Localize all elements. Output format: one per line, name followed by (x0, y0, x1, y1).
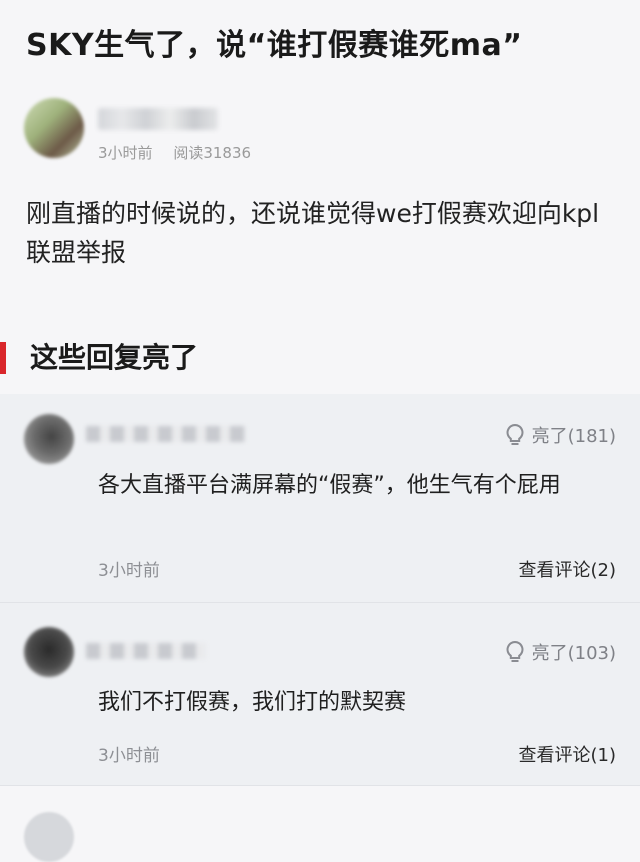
post-body: 刚直播的时候说的，还说谁觉得we打假赛欢迎向kpl联盟举报 (26, 199, 600, 267)
read-count: 阅读31836 (173, 144, 252, 162)
like-button[interactable]: 亮了(181) (504, 422, 616, 448)
author-avatar[interactable] (24, 98, 84, 158)
section-title: 这些回复亮了 (30, 341, 199, 374)
reply-time: 3小时前 (98, 561, 160, 581)
view-comments-link[interactable]: 查看评论(1) (519, 741, 617, 767)
reply-item[interactable]: 亮了(181) 各大直播平台满屏幕的“假赛”，他生气有个屁用 3小时前 查看评论… (0, 394, 640, 603)
lightbulb-icon (506, 640, 524, 662)
section-accent-bar (0, 342, 6, 374)
reply-time: 3小时前 (98, 746, 160, 766)
reply-username-blurred[interactable] (86, 643, 206, 659)
author-name-blurred[interactable] (98, 108, 218, 130)
reply-text: 我们不打假赛，我们打的默契赛 (98, 690, 407, 715)
view-comments-link[interactable]: 查看评论(2) (519, 556, 617, 582)
lightbulb-icon (506, 423, 524, 445)
like-count: 亮了(181) (531, 426, 616, 447)
author-row: 3小时前 阅读31836 (24, 98, 604, 162)
reply-avatar[interactable] (24, 627, 74, 677)
reply-avatar[interactable] (24, 414, 74, 464)
like-count: 亮了(103) (531, 643, 616, 664)
next-reply-avatar[interactable] (24, 812, 74, 862)
reply-text: 各大直播平台满屏幕的“假赛”，他生气有个屁用 (98, 473, 561, 498)
post-time: 3小时前 (98, 144, 153, 162)
author-meta: 3小时前 阅读31836 (98, 142, 267, 163)
reply-item[interactable]: 亮了(103) 我们不打假赛，我们打的默契赛 3小时前 查看评论(1) (0, 603, 640, 786)
hot-replies-header: 这些回复亮了 (0, 338, 640, 378)
like-button[interactable]: 亮了(103) (504, 639, 616, 665)
post-title: SKY生气了，说“谁打假赛谁死ma” (26, 28, 523, 63)
reply-username-blurred[interactable] (86, 426, 246, 442)
